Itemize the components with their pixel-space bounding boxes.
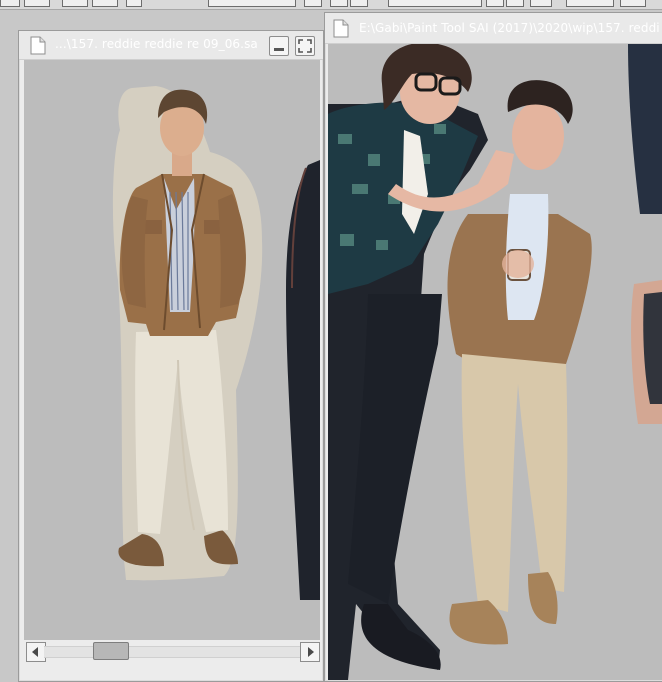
arrow-left-icon: [32, 647, 38, 657]
minimize-icon: [274, 48, 284, 51]
toolbar-field[interactable]: [566, 0, 614, 7]
document-icon: [333, 19, 349, 38]
toolbar-button[interactable]: [620, 0, 646, 7]
maximize-icon: [298, 39, 312, 53]
toolbar-button[interactable]: [92, 0, 118, 7]
horizontal-scrollbar[interactable]: [24, 640, 320, 662]
scrollbar-track[interactable]: [44, 646, 300, 658]
drawing-titlebar[interactable]: E:\Gabi\Paint Tool SAI (2017)\2020\wip\1…: [325, 13, 662, 44]
toolbar-button[interactable]: [126, 0, 142, 7]
reference-photo: [112, 86, 320, 600]
toolbar-button[interactable]: [486, 0, 504, 7]
document-icon: [30, 36, 46, 55]
drawing-canvas[interactable]: [328, 44, 662, 680]
toolbar-button[interactable]: [530, 0, 552, 7]
window-title: ...\157. reddie reddie re 09_06.sa: [55, 37, 258, 51]
scroll-right-button[interactable]: [300, 642, 320, 662]
scrollbar-thumb[interactable]: [92, 642, 129, 660]
toolbar-button[interactable]: [350, 0, 368, 7]
scroll-left-button[interactable]: [26, 642, 46, 662]
toolbar-button[interactable]: [330, 0, 348, 7]
toolbar-button[interactable]: [506, 0, 524, 7]
reference-titlebar[interactable]: ...\157. reddie reddie re 09_06.sa: [19, 31, 323, 60]
toolbar-dropdown[interactable]: [208, 0, 296, 7]
maximize-button[interactable]: [295, 36, 315, 56]
minimize-button[interactable]: [269, 36, 289, 56]
toolbar-button[interactable]: [24, 0, 50, 7]
toolbar-dropdown[interactable]: [388, 0, 482, 7]
toolbar-button[interactable]: [62, 0, 88, 7]
arrow-right-icon: [308, 647, 314, 657]
app-toolbar-strip: [0, 0, 662, 10]
toolbar-button[interactable]: [304, 0, 322, 7]
drawing-artwork: [328, 44, 662, 680]
toolbar-button[interactable]: [0, 0, 20, 7]
reference-canvas[interactable]: [24, 60, 320, 640]
window-title: E:\Gabi\Paint Tool SAI (2017)\2020\wip\1…: [359, 21, 660, 35]
